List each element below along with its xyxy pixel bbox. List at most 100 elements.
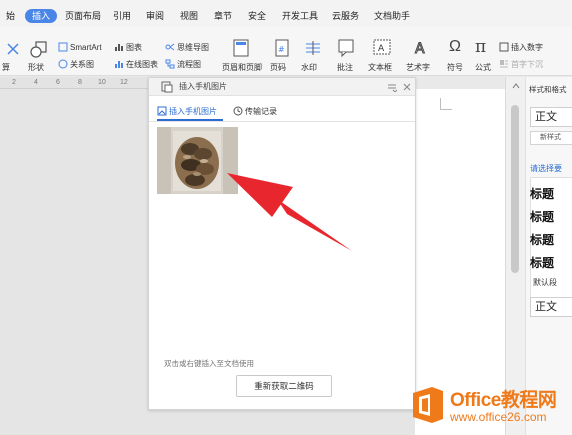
watermark-url: www.office26.com [450,410,547,424]
tab-references[interactable]: 引用 [113,9,131,23]
ruler-mark: 8 [78,79,82,86]
picture-icon [157,106,167,116]
watermark-icon [306,41,320,55]
panel-title: 插入手机图片 [179,82,227,91]
watermark-button[interactable]: 水印 [301,62,317,73]
shapes-label[interactable]: 形状 [28,62,44,73]
current-style-box[interactable]: 正文 [530,107,572,127]
svg-text:A: A [378,44,385,54]
comment-button[interactable]: 批注 [337,62,353,73]
chart-button[interactable]: 图表 [114,42,142,53]
styles-sidebar-title: 样式和格式 [529,85,567,94]
comment-icon [338,39,354,57]
tab-chapter[interactable]: 章节 [214,9,232,23]
panel-menu-icon[interactable] [387,82,397,92]
relation-icon [58,59,68,69]
tab-start[interactable]: 始 [6,9,15,23]
drop-cap-icon [499,59,509,69]
tab-security[interactable]: 安全 [248,9,266,23]
style-item-heading[interactable]: 标题 [530,231,554,248]
tab-doc-assistant[interactable]: 文档助手 [374,9,410,23]
scroll-up-icon[interactable] [511,81,521,91]
shapes-icon[interactable] [30,40,48,58]
style-item-heading[interactable]: 标题 [530,254,554,271]
insert-phone-picture-panel: 插入手机图片 插入手机图片 传输记录 双击或右键插入至文档使用 重新获取二维码 [148,77,416,410]
header-footer-button[interactable]: 页眉和页脚 [222,62,262,73]
tab-insert-phone-picture[interactable]: 插入手机图片 [157,106,217,117]
ruler-mark: 10 [98,79,106,86]
first-drop-button[interactable]: 首字下沉 [499,59,543,70]
page-number-button[interactable]: 页码 [270,62,286,73]
cut-shape-icon [7,43,19,55]
phone-picture-icon [161,81,173,93]
food-photo-image [157,127,238,194]
bottom-style-box[interactable]: 正文 [530,297,572,317]
omega-icon: Ω [449,38,461,55]
style-item-heading[interactable]: 标题 [530,208,554,225]
tab-developer[interactable]: 开发工具 [282,9,318,23]
wordart-button[interactable]: 艺术字 [406,62,430,73]
tab-transfer-history[interactable]: 传输记录 [233,106,277,117]
site-watermark: Office教程网 www.office26.com [410,383,572,435]
flowchart-icon [165,59,175,69]
ruler-mark: 12 [120,79,128,86]
new-style-button[interactable]: 新样式 [530,131,572,145]
menu-bar: 始 插入 页面布局 引用 审阅 视图 章节 安全 开发工具 云服务 文档助手 [0,0,572,26]
textbox-button[interactable]: 文本框 [368,62,392,73]
ribbon-toolbar: 算 形状 SmartArt 关系图 图表 在线图表 思维导图 流程图 页眉和页脚… [0,26,572,76]
styles-sidebar: 样式和格式 正文 新样式 请选择要 标题 标题 标题 标题 默认段 正文 [525,77,572,435]
online-chart-icon [114,59,124,69]
insert-number-label: 插入数字 [511,43,543,52]
panel-header: 插入手机图片 [149,78,415,96]
tab-page-layout[interactable]: 页面布局 [65,9,101,23]
tab-divider [149,121,415,122]
online-chart-label: 在线图表 [126,60,158,69]
number-icon [499,42,509,52]
page-number-icon: # [275,39,289,57]
insert-hint-text: 双击或右键插入至文档使用 [164,359,254,368]
online-chart-button[interactable]: 在线图表 [114,59,158,70]
style-item-heading[interactable]: 标题 [530,185,554,202]
refresh-qrcode-button[interactable]: 重新获取二维码 [236,375,332,397]
chart-icon [114,42,124,52]
smartart-button[interactable]: SmartArt [58,42,102,53]
chart-label: 图表 [126,43,142,52]
shapes-cut-label: 算 [2,63,10,72]
formula-icon: π [475,37,487,57]
close-icon[interactable] [402,82,412,92]
svg-text:A: A [415,41,425,57]
smartart-label: SmartArt [70,43,102,52]
scrollbar-thumb[interactable] [511,105,519,273]
tab-review[interactable]: 审阅 [146,9,164,23]
page-margin-corner [440,98,452,110]
header-footer-icon [233,39,249,57]
ruler-mark: 4 [34,79,38,86]
svg-text:#: # [278,45,285,54]
symbol-button[interactable]: 符号 [447,62,463,73]
insert-number-button[interactable]: 插入数字 [499,42,543,53]
flowchart-button[interactable]: 流程图 [165,59,201,70]
phone-photo-thumbnail[interactable] [157,127,238,194]
style-item-default-paragraph[interactable]: 默认段 [533,277,557,288]
style-prompt-text: 请选择要 [530,164,562,173]
textbox-icon: A [373,39,391,55]
relation-button[interactable]: 关系图 [58,59,94,70]
tab-cloud[interactable]: 云服务 [332,9,359,23]
mindmap-icon [165,42,175,52]
flowchart-label: 流程图 [177,60,201,69]
tab-insert[interactable]: 插入 [25,9,58,23]
ruler-mark: 6 [56,79,60,86]
mindmap-button[interactable]: 思维导图 [165,42,209,53]
smartart-icon [58,42,68,52]
tab-insert-label: 插入手机图片 [169,107,217,116]
clock-icon [233,106,243,116]
watermark-name: Office教程网 [450,390,557,411]
tab-history-label: 传输记录 [245,107,277,116]
mindmap-label: 思维导图 [177,43,209,52]
formula-button[interactable]: 公式 [475,62,491,73]
wordart-icon: A [415,41,426,58]
tab-view[interactable]: 视图 [180,9,198,23]
ruler-mark: 2 [12,79,16,86]
first-drop-label: 首字下沉 [511,60,543,69]
office-logo-icon [413,387,443,423]
